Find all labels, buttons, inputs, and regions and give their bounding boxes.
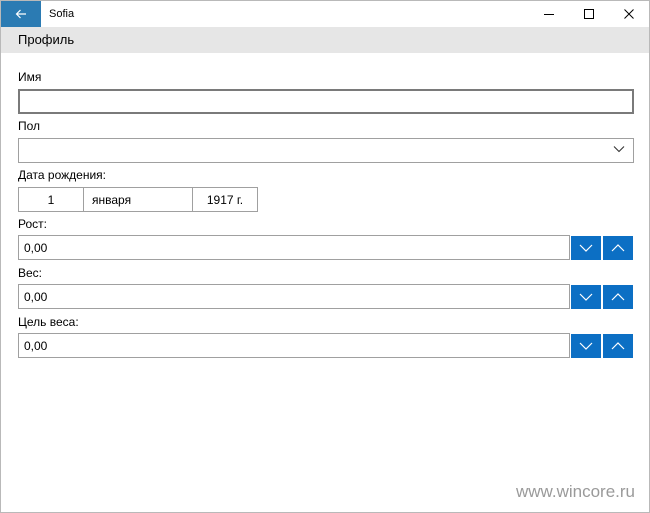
height-decrement-button[interactable] bbox=[571, 236, 601, 260]
birth-day-field[interactable]: 1 bbox=[18, 187, 84, 212]
chevron-down-icon bbox=[579, 244, 593, 252]
app-title: Sofia bbox=[49, 8, 75, 20]
height-input[interactable]: 0,00 bbox=[18, 235, 570, 260]
gender-dropdown[interactable] bbox=[18, 138, 634, 163]
goal-weight-input[interactable]: 0,00 bbox=[18, 333, 570, 358]
weight-input[interactable]: 0,00 bbox=[18, 284, 570, 309]
goal-weight-label: Цель веса: bbox=[18, 315, 79, 329]
app-window: Sofia Профиль Имя Пол Дата рождения: 1 я… bbox=[0, 0, 650, 513]
close-button[interactable] bbox=[609, 1, 649, 27]
page-header: Профиль bbox=[1, 27, 649, 53]
minimize-icon bbox=[544, 14, 554, 15]
height-label: Рост: bbox=[18, 217, 47, 231]
birth-date-picker: 1 января 1917 г. bbox=[18, 187, 258, 212]
arrow-left-icon bbox=[15, 9, 26, 19]
chevron-down-icon bbox=[579, 342, 593, 350]
birth-date-label: Дата рождения: bbox=[18, 168, 106, 182]
chevron-up-icon bbox=[611, 342, 625, 350]
weight-label: Вес: bbox=[18, 266, 43, 280]
chevron-down-icon bbox=[613, 146, 625, 153]
minimize-button[interactable] bbox=[529, 1, 569, 27]
weight-decrement-button[interactable] bbox=[571, 285, 601, 309]
chevron-down-icon bbox=[579, 293, 593, 301]
gender-label: Пол bbox=[18, 119, 41, 133]
birth-year-field[interactable]: 1917 г. bbox=[192, 187, 258, 212]
close-icon bbox=[624, 9, 634, 19]
name-label: Имя bbox=[18, 70, 42, 84]
back-button[interactable] bbox=[1, 1, 41, 27]
goal-weight-increment-button[interactable] bbox=[603, 334, 633, 358]
window-controls bbox=[529, 1, 649, 27]
watermark: www.wincore.ru bbox=[515, 482, 635, 501]
birth-month-field[interactable]: января bbox=[83, 187, 193, 212]
title-bar: Sofia bbox=[1, 1, 649, 27]
chevron-up-icon bbox=[611, 244, 625, 252]
page-title: Профиль bbox=[18, 32, 75, 47]
height-increment-button[interactable] bbox=[603, 236, 633, 260]
maximize-icon bbox=[584, 9, 594, 19]
maximize-button[interactable] bbox=[569, 1, 609, 27]
weight-increment-button[interactable] bbox=[603, 285, 633, 309]
name-input[interactable] bbox=[18, 89, 634, 114]
goal-weight-decrement-button[interactable] bbox=[571, 334, 601, 358]
chevron-up-icon bbox=[611, 293, 625, 301]
